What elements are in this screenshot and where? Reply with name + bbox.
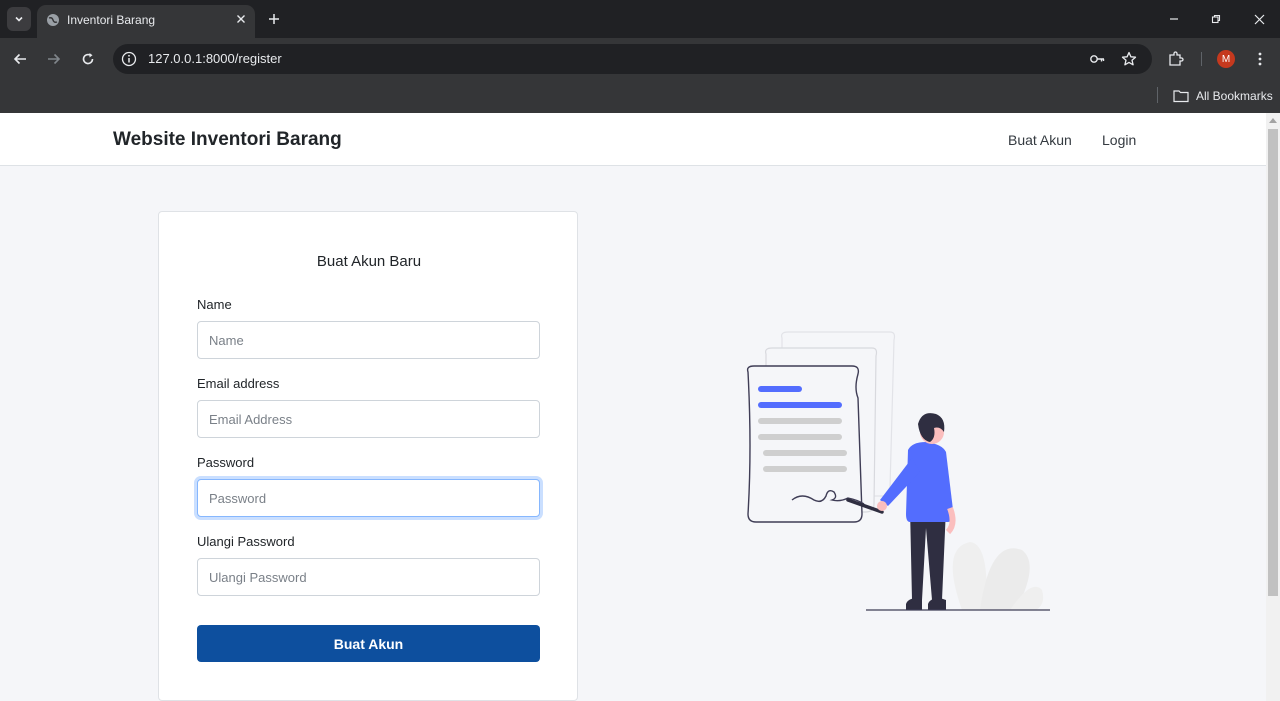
confirm-password-label: Ulangi Password [197, 534, 295, 549]
scroll-up-arrow[interactable] [1269, 118, 1277, 123]
register-submit-button[interactable]: Buat Akun [197, 625, 540, 662]
password-input[interactable] [197, 479, 540, 517]
browser-tab-strip: Inventori Barang [0, 0, 1280, 38]
nav-link-register[interactable]: Buat Akun [1008, 132, 1072, 148]
close-icon [1254, 14, 1264, 24]
forward-button[interactable] [44, 49, 64, 69]
web-page: Website Inventori Barang Buat Akun Login… [0, 113, 1266, 701]
url-text[interactable]: 127.0.0.1:8000/register [148, 51, 282, 66]
browser-tab[interactable]: Inventori Barang [37, 5, 255, 38]
name-label: Name [197, 297, 232, 312]
tab-search-button[interactable] [7, 7, 31, 31]
toolbar-divider [1201, 52, 1202, 66]
close-window-button[interactable] [1249, 10, 1269, 28]
form-title: Buat Akun Baru [316, 253, 422, 270]
confirm-password-input[interactable] [197, 558, 540, 596]
password-label: Password [197, 455, 255, 470]
close-icon [237, 15, 245, 23]
minimize-icon [1170, 18, 1178, 20]
reload-icon [82, 53, 94, 65]
browser-toolbar: 127.0.0.1:8000/register M [0, 38, 1280, 80]
key-icon[interactable] [1089, 51, 1105, 67]
scrollbar-thumb[interactable] [1268, 129, 1278, 596]
nav-link-login[interactable]: Login [1102, 132, 1136, 148]
name-input[interactable] [197, 321, 540, 359]
back-button[interactable] [10, 49, 30, 69]
arrow-right-icon [48, 53, 61, 65]
extensions-button[interactable] [1166, 49, 1186, 69]
email-input[interactable] [197, 400, 540, 438]
globe-icon [47, 14, 59, 26]
bookmarks-divider [1157, 87, 1158, 103]
tab-title: Inventori Barang [67, 13, 156, 27]
site-navbar: Website Inventori Barang Buat Akun Login [0, 113, 1266, 166]
signing-document-illustration [746, 331, 1050, 611]
star-icon[interactable] [1121, 51, 1137, 67]
register-card: Buat Akun Baru Name Email address Passwo… [158, 211, 578, 701]
bookmarks-bar: All Bookmarks [0, 80, 1280, 113]
chevron-down-icon [15, 16, 23, 22]
page-scrollbar[interactable] [1266, 113, 1280, 701]
site-brand[interactable]: Website Inventori Barang [113, 129, 342, 151]
new-tab-button[interactable] [264, 9, 284, 29]
site-info-icon[interactable] [121, 51, 137, 67]
restore-button[interactable] [1206, 10, 1226, 28]
email-label: Email address [197, 376, 280, 391]
minimize-button[interactable] [1164, 10, 1184, 28]
tab-close-button[interactable] [233, 11, 249, 27]
profile-avatar[interactable]: M [1217, 50, 1235, 68]
all-bookmarks-label: All Bookmarks [1196, 89, 1273, 103]
puzzle-icon [1169, 51, 1184, 66]
arrow-left-icon [13, 53, 26, 65]
plus-icon [269, 14, 279, 24]
folder-icon [1173, 90, 1189, 103]
restore-icon [1211, 14, 1221, 24]
reload-button[interactable] [78, 49, 98, 69]
menu-button[interactable] [1250, 49, 1270, 69]
address-bar[interactable]: 127.0.0.1:8000/register [113, 44, 1152, 74]
more-vertical-icon [1258, 52, 1262, 66]
all-bookmarks-button[interactable]: All Bookmarks [1173, 87, 1273, 105]
